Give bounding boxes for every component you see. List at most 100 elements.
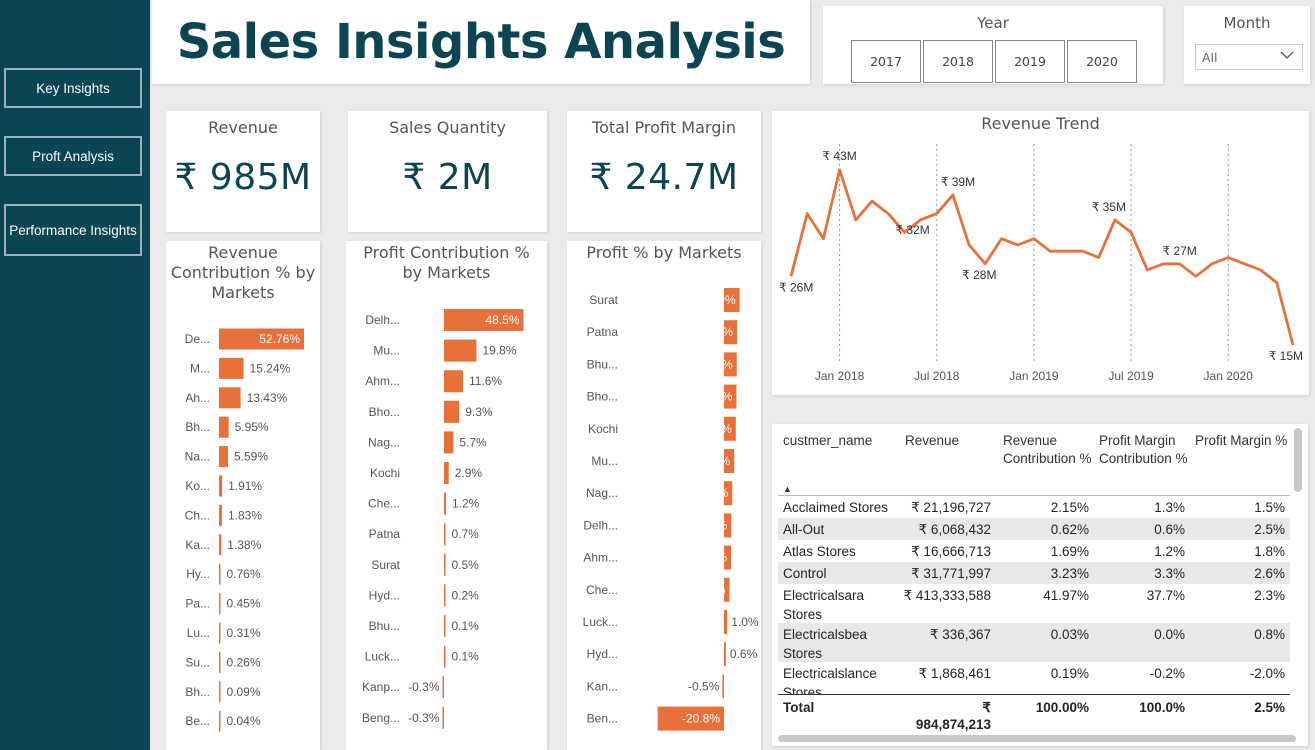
header-profit-margin[interactable]: Profit Margin % (1195, 432, 1295, 450)
table-row[interactable]: Electricalslance Stores ₹ 1,868,461 0.19% -… (778, 662, 1290, 694)
header-profit-margin-contribution[interactable]: Profit Margin Contribution % (1099, 432, 1189, 468)
bar (444, 553, 446, 576)
bar (444, 339, 477, 362)
data-label: 11.6% (469, 374, 502, 388)
page-title: Sales Insights Analysis (176, 14, 786, 70)
category-label: Bho... (587, 390, 618, 404)
vertical-scrollbar[interactable] (1294, 428, 1302, 492)
data-label: 19.8% (482, 344, 516, 358)
data-label: 4.0% (705, 357, 733, 371)
bar (724, 610, 728, 634)
header-customer-name[interactable]: custmer_name (783, 432, 872, 450)
bar (219, 681, 221, 703)
bar (219, 357, 244, 379)
category-label: Patna (369, 527, 401, 541)
nav-key-insights-button[interactable]: Key Insights (4, 68, 142, 108)
category-label: Ch... (185, 508, 210, 522)
cell-margin-pct: 2.3% (1254, 588, 1285, 603)
category-label: Che... (368, 497, 400, 511)
category-label: Nag... (586, 486, 618, 500)
category-label: Patna (587, 325, 619, 339)
year-slicer: Year 2017 2018 2019 2020 (823, 6, 1163, 84)
sales-quantity-kpi-card: Sales Quantity ₹ 2M (348, 111, 547, 232)
total-margin-pct: 2.5% (1254, 700, 1285, 715)
category-label: Nag... (368, 435, 400, 449)
year-2019-button[interactable]: 2019 (995, 40, 1065, 83)
bar (219, 446, 229, 468)
revenue-kpi-label: Revenue (208, 118, 278, 137)
cell-customer-name: Control (783, 566, 827, 581)
month-dropdown[interactable]: All (1195, 44, 1303, 70)
table-row[interactable]: All-Out ₹ 6,068,432 0.62% 0.6% 2.5% (778, 518, 1290, 540)
profit-pct-chart: Surat 4.9% Patna 4.1% Bhu... 4.0% Bho... 3.9% Ko… (583, 288, 759, 731)
month-slicer-title: Month (1223, 14, 1271, 32)
cell-revenue: ₹ 336,367 (929, 627, 991, 642)
table-row[interactable]: Acclaimed Stores ₹ 21,196,727 2.15% 1.3% 1.5… (778, 496, 1290, 518)
x-tick-label: Jan 2020 (1204, 369, 1254, 383)
revenue-trend-card: Revenue Trend Jan 2018 Jul 2018 Jan 2019 Ju… (772, 111, 1309, 395)
bar (444, 431, 454, 454)
category-label: Bh... (185, 685, 210, 699)
cell-revenue: ₹ 1,868,461 (918, 666, 991, 681)
data-label: 3.9% (705, 390, 733, 404)
cell-revenue-contribution: 3.23% (1050, 566, 1089, 581)
cell-revenue-contribution: 41.97% (1043, 588, 1089, 603)
nav-profit-analysis-button[interactable]: Proft Analysis (4, 136, 142, 176)
category-label: Hyd... (587, 647, 618, 661)
sidebar: Key Insights Proft Analysis Performance … (0, 0, 150, 750)
data-label: 3.7% (704, 422, 732, 436)
revenue-contribution-chart: De... 52.76% M... 15.24% Ah... 13.43% Bh... 5.9… (185, 328, 304, 732)
data-label: ₹ 15M (1269, 349, 1303, 363)
profit-pct-card: Profit % by Markets Surat 4.9% Patna 4.1% Bh… (567, 241, 761, 750)
data-label: 52.76% (259, 332, 300, 346)
cell-revenue-contribution: 0.03% (1050, 627, 1089, 642)
bar (219, 387, 241, 409)
data-label: 0.1% (452, 619, 480, 633)
bar (219, 475, 223, 497)
data-label: 1.91% (228, 479, 262, 493)
table-row[interactable]: Control ₹ 31,771,997 3.23% 3.3% 2.6% (778, 562, 1290, 584)
cell-customer-name: Electricalsara Stores (783, 588, 865, 622)
table-row[interactable]: Atlas Stores ₹ 16,666,713 1.69% 1.2% 1.8% (778, 540, 1290, 562)
header-revenue-contribution[interactable]: Revenue Contribution % (1003, 432, 1095, 468)
bar (219, 563, 221, 585)
horizontal-scrollbar[interactable] (778, 735, 1296, 742)
data-label: 0.45% (227, 597, 261, 611)
data-label: 1.7% (698, 583, 726, 597)
category-label: Lu... (187, 626, 210, 640)
sort-ascending-icon[interactable]: ▲ (783, 484, 792, 494)
cell-margin-contribution: 3.3% (1154, 566, 1185, 581)
year-2020-button[interactable]: 2020 (1067, 40, 1137, 83)
nav-performance-insights-button[interactable]: Performance Insights (4, 204, 142, 256)
data-label: 48.5% (485, 313, 519, 327)
bar (442, 676, 444, 699)
data-label: 1.83% (228, 508, 262, 522)
month-slicer: Month All (1184, 6, 1310, 84)
category-label: Mu... (373, 344, 400, 358)
customer-table: custmer_name Revenue Revenue Contributio… (772, 424, 1308, 746)
cell-margin-pct: 1.8% (1254, 544, 1285, 559)
category-label: Kan... (587, 679, 618, 693)
category-label: Ah... (185, 391, 210, 405)
header-revenue[interactable]: Revenue (905, 432, 959, 450)
category-label: Luck... (583, 615, 618, 629)
year-2017-button[interactable]: 2017 (851, 40, 921, 83)
category-label: Ka... (185, 538, 210, 552)
cell-margin-pct: 1.5% (1254, 500, 1285, 515)
table-row[interactable]: Electricalsara Stores ₹ 413,333,588 41.97%… (778, 584, 1290, 623)
data-label: ₹ 32M (895, 223, 929, 237)
bar (444, 615, 446, 637)
month-selected-value: All (1202, 49, 1218, 65)
cell-margin-contribution: 1.2% (1154, 544, 1185, 559)
category-label: Delh... (583, 518, 618, 532)
table-row[interactable]: Electricalsbea Stores ₹ 336,367 0.03% 0.0% 0… (778, 623, 1290, 662)
total-margin-contribution: 100.0% (1139, 700, 1185, 715)
data-label: 4.1% (706, 325, 734, 339)
data-label: 0.76% (227, 567, 261, 581)
data-label: 1.38% (227, 538, 261, 552)
year-2018-button[interactable]: 2018 (923, 40, 993, 83)
cell-margin-contribution: 0.6% (1154, 522, 1185, 537)
category-label: Surat (371, 558, 400, 572)
data-label: 2.3% (700, 518, 728, 532)
bar (722, 674, 724, 699)
